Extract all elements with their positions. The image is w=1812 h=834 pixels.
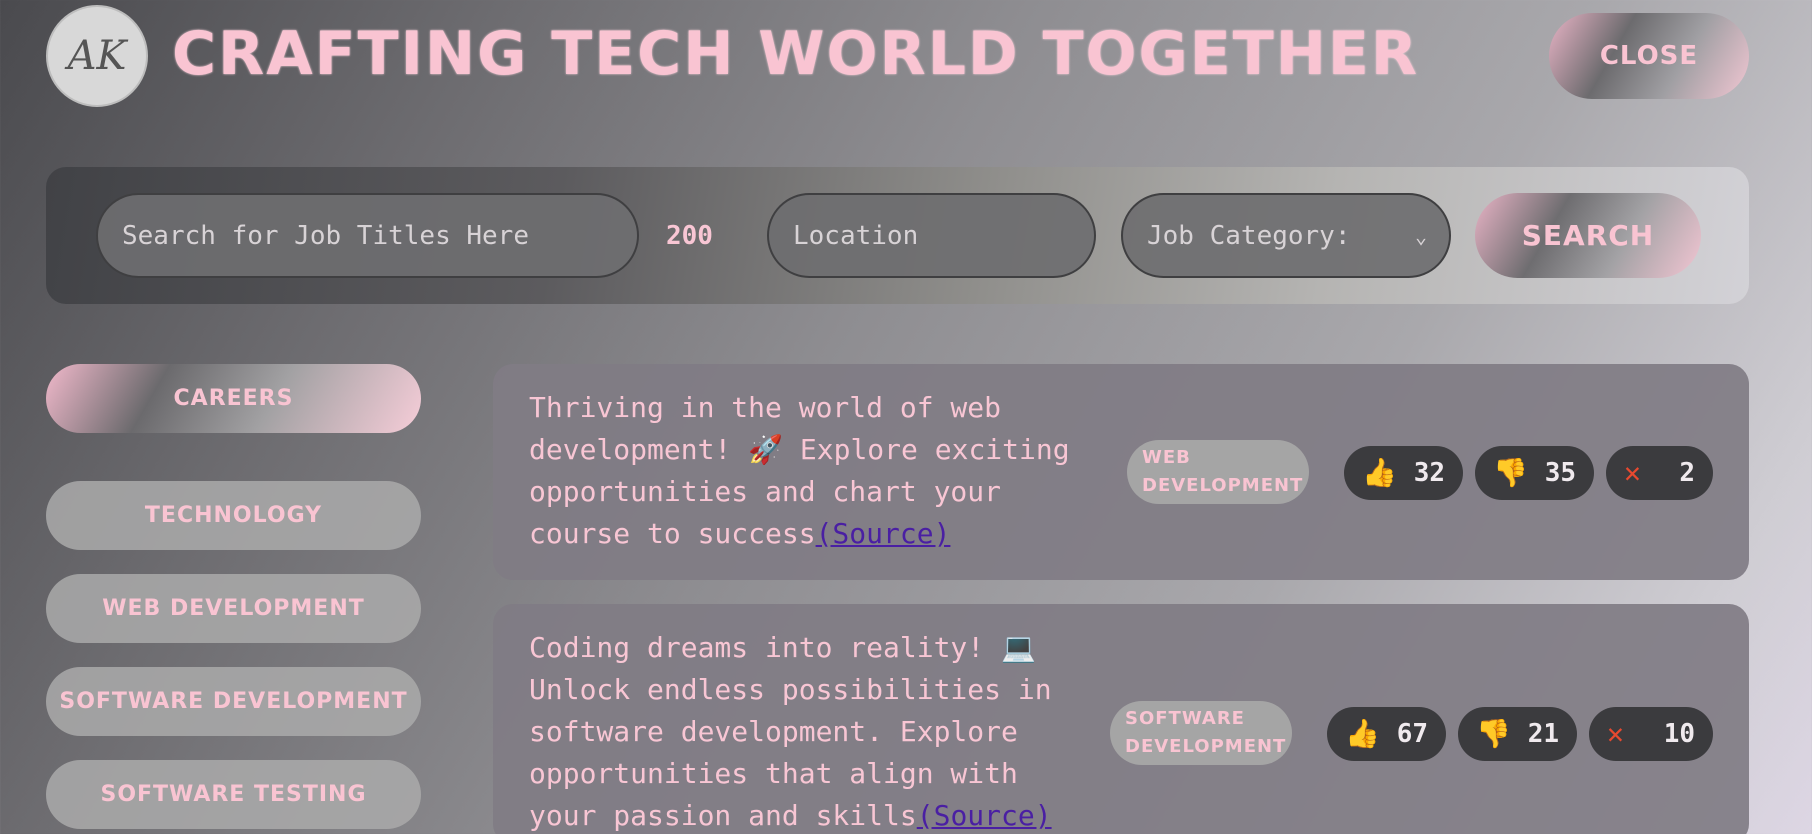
- results-count: 200: [666, 220, 713, 251]
- x-icon: ✕: [1624, 456, 1641, 489]
- remove-button[interactable]: ✕ 2: [1606, 446, 1713, 500]
- job-category-label: Job Category:: [1147, 220, 1351, 251]
- category-tag: SOFTWARE DEVELOPMENT: [1110, 701, 1292, 765]
- sidebar-item-software-testing[interactable]: SOFTWARE TESTING: [46, 760, 421, 829]
- logo: AK: [46, 5, 148, 107]
- sidebar-item-software-development[interactable]: SOFTWARE DEVELOPMENT: [46, 667, 421, 736]
- site-title: CRAFTING TECH WORLD TOGETHER: [172, 19, 1420, 89]
- sidebar-item-web-development[interactable]: WEB DEVELOPMENT: [46, 574, 421, 643]
- thumbs-up-icon: 👍: [1362, 456, 1397, 489]
- remove-button[interactable]: ✕ 10: [1589, 707, 1713, 761]
- remove-count: 2: [1679, 458, 1695, 488]
- post-card: Thriving in the world of web development…: [493, 364, 1749, 580]
- remove-count: 10: [1663, 719, 1695, 749]
- dislike-button[interactable]: 👎 35: [1475, 446, 1594, 500]
- post-card: Coding dreams into reality! 💻 Unlock end…: [493, 604, 1749, 834]
- search-button[interactable]: SEARCH: [1475, 193, 1701, 278]
- like-count: 32: [1413, 458, 1445, 488]
- post-text: Coding dreams into reality! 💻 Unlock end…: [529, 631, 1052, 832]
- close-button[interactable]: CLOSE: [1549, 13, 1749, 99]
- sidebar-item-technology[interactable]: TECHNOLOGY: [46, 481, 421, 550]
- chevron-down-icon: ⌄: [1414, 223, 1427, 248]
- source-link[interactable]: (Source): [816, 517, 951, 550]
- sidebar-item-careers[interactable]: CAREERS: [46, 364, 421, 433]
- like-count: 67: [1396, 719, 1428, 749]
- location-input[interactable]: Location: [767, 193, 1096, 278]
- location-placeholder: Location: [793, 220, 919, 251]
- category-tag: WEB DEVELOPMENT: [1127, 440, 1309, 504]
- job-title-search-input[interactable]: Search for Job Titles Here: [96, 193, 639, 278]
- dislike-count: 21: [1527, 719, 1559, 749]
- thumbs-up-icon: 👍: [1345, 717, 1380, 750]
- thumbs-down-icon: 👎: [1493, 456, 1528, 489]
- job-title-placeholder: Search for Job Titles Here: [122, 220, 529, 251]
- job-category-select[interactable]: Job Category: ⌄: [1121, 193, 1451, 278]
- thumbs-down-icon: 👎: [1476, 717, 1511, 750]
- dislike-count: 35: [1544, 458, 1576, 488]
- source-link[interactable]: (Source): [917, 799, 1052, 832]
- like-button[interactable]: 👍 32: [1344, 446, 1463, 500]
- like-button[interactable]: 👍 67: [1327, 707, 1446, 761]
- dislike-button[interactable]: 👎 21: [1458, 707, 1577, 761]
- post-text: Thriving in the world of web development…: [529, 391, 1070, 550]
- x-icon: ✕: [1607, 717, 1624, 750]
